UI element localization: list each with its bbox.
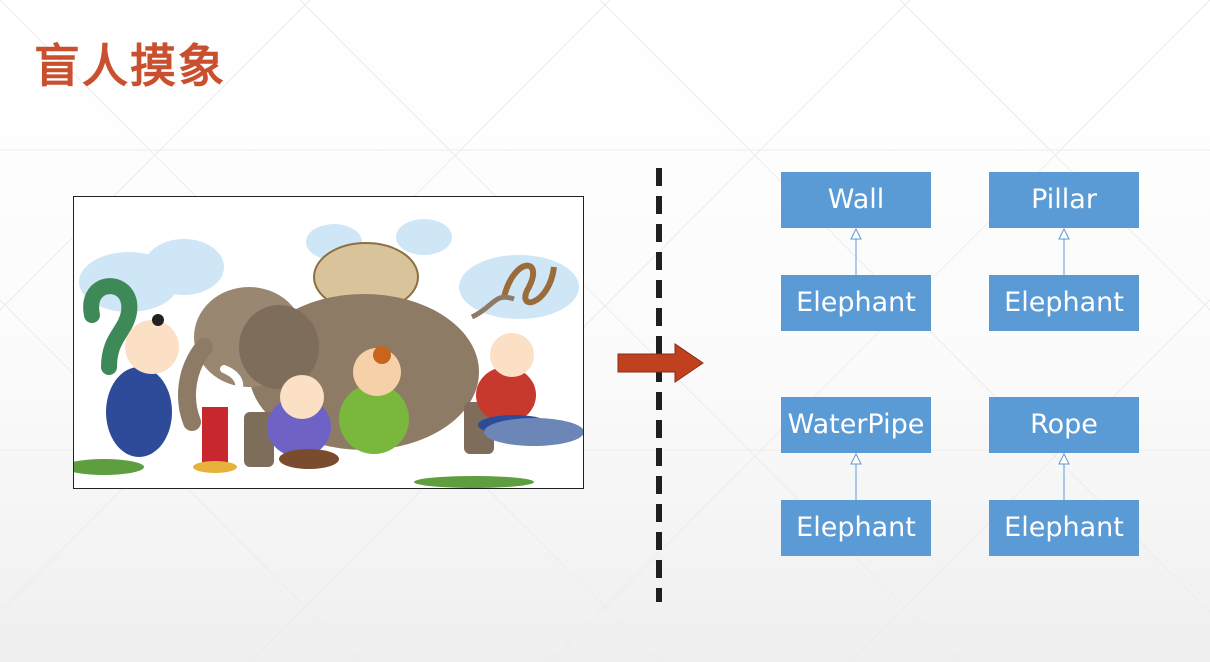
class-box-elephant: Elephant: [781, 500, 931, 556]
right-arrow-icon: [617, 343, 704, 383]
class-box-wall: Wall: [781, 172, 931, 228]
blind-men-elephant-illustration: [73, 196, 584, 489]
class-box-elephant: Elephant: [989, 275, 1139, 331]
inheritance-arrow-icon: [850, 228, 862, 275]
dashed-divider: [656, 168, 662, 602]
inheritance-arrow-icon: [1058, 228, 1070, 275]
class-box-elephant: Elephant: [989, 500, 1139, 556]
slide-title: 盲人摸象: [34, 39, 226, 93]
class-box-pillar: Pillar: [989, 172, 1139, 228]
class-box-rope: Rope: [989, 397, 1139, 453]
class-box-elephant: Elephant: [781, 275, 931, 331]
inheritance-arrow-icon: [1058, 453, 1070, 500]
inheritance-arrow-icon: [850, 453, 862, 500]
class-box-waterpipe: WaterPipe: [781, 397, 931, 453]
